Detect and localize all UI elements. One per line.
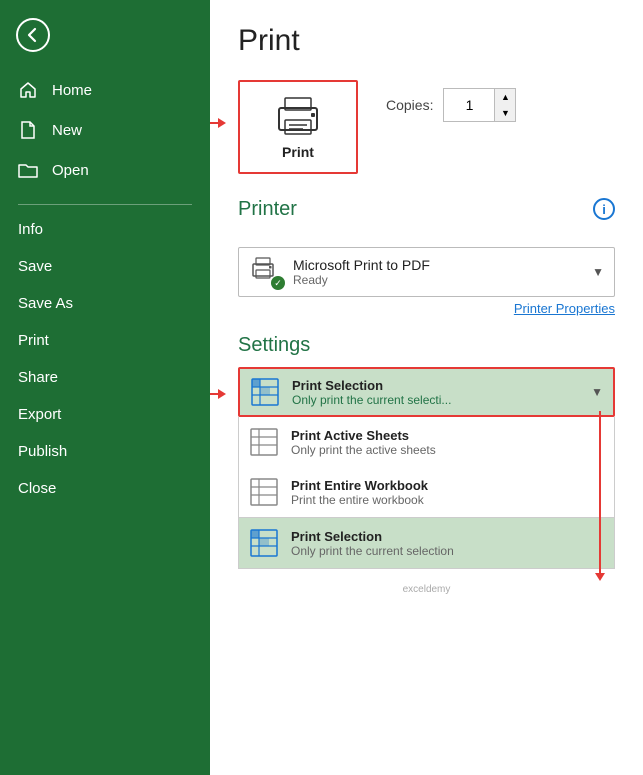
table-icon-active-sheets xyxy=(249,427,279,457)
print-button-row: Print Copies: 1 ▲ ▼ xyxy=(238,80,615,174)
sidebar-item-share[interactable]: Share xyxy=(0,359,210,396)
printer-icon xyxy=(271,94,325,138)
folder-icon xyxy=(18,160,38,180)
settings-dropdown-container: Print Selection Only print the current s… xyxy=(238,367,615,569)
sidebar-divider xyxy=(18,204,192,205)
settings-header: Settings xyxy=(238,334,615,357)
copies-increment[interactable]: ▲ xyxy=(495,89,515,105)
option-selection-text: Print Selection Only print the current s… xyxy=(291,529,604,558)
option-print-selection[interactable]: Print Selection Only print the current s… xyxy=(238,517,615,569)
option-entire-workbook-text: Print Entire Workbook Print the entire w… xyxy=(291,478,604,507)
sidebar-item-export[interactable]: Export xyxy=(0,396,210,433)
sidebar-item-open[interactable]: Open xyxy=(0,150,210,190)
sidebar-item-publish[interactable]: Publish xyxy=(0,433,210,470)
printer-dropdown[interactable]: ✓ Microsoft Print to PDF Ready ▼ xyxy=(238,247,615,297)
page-title: Print xyxy=(238,24,615,58)
copies-input[interactable]: 1 xyxy=(444,93,494,117)
sidebar-item-save-as[interactable]: Save As xyxy=(0,285,210,322)
copies-area: Copies: 1 ▲ ▼ xyxy=(386,88,516,122)
option-active-sheets-text: Print Active Sheets Only print the activ… xyxy=(291,428,604,457)
selected-option-title: Print Selection xyxy=(292,378,579,393)
settings-section: Settings Print Selection xyxy=(238,334,615,569)
sidebar-label-share: Share xyxy=(18,369,58,386)
back-circle-icon xyxy=(16,18,50,52)
sidebar-item-close[interactable]: Close xyxy=(0,470,210,507)
copies-input-wrap: 1 ▲ ▼ xyxy=(443,88,516,122)
new-file-icon xyxy=(18,120,38,140)
option-active-sheets-desc: Only print the active sheets xyxy=(291,443,604,457)
printer-dropdown-arrow: ▼ xyxy=(592,265,604,279)
sidebar-label-home: Home xyxy=(52,82,92,99)
sidebar-label-info: Info xyxy=(18,221,43,238)
printer-properties-link[interactable]: Printer Properties xyxy=(238,301,615,316)
sidebar-item-save[interactable]: Save xyxy=(0,248,210,285)
option-selection-title: Print Selection xyxy=(291,529,604,544)
selected-option-text: Print Selection Only print the current s… xyxy=(292,378,579,407)
sidebar-item-info[interactable]: Info xyxy=(0,211,210,248)
option-entire-workbook[interactable]: Print Entire Workbook Print the entire w… xyxy=(238,467,615,517)
sidebar-label-print: Print xyxy=(18,332,49,349)
sidebar-bottom-items: Info Save Save As Print Share Export Pub… xyxy=(0,211,210,507)
printer-status: Ready xyxy=(293,273,580,287)
option-active-sheets-title: Print Active Sheets xyxy=(291,428,604,443)
table-icon-selected xyxy=(250,377,280,407)
printer-icon-wrap: ✓ xyxy=(249,256,281,288)
sidebar-label-open: Open xyxy=(52,162,89,179)
printer-info: Microsoft Print to PDF Ready xyxy=(293,257,580,287)
print-button-label: Print xyxy=(282,144,314,160)
home-icon xyxy=(18,80,38,100)
sidebar-item-new[interactable]: New xyxy=(0,110,210,150)
sidebar-top-items: Home New Open xyxy=(0,70,210,198)
sidebar-item-print[interactable]: Print xyxy=(0,322,210,359)
sidebar-label-publish: Publish xyxy=(18,443,67,460)
sidebar: Home New Open Info Save xyxy=(0,0,210,775)
printer-section-header: Printer xyxy=(238,198,615,221)
selected-option-desc: Only print the current selecti... xyxy=(292,393,579,407)
table-icon-workbook xyxy=(249,477,279,507)
option-workbook-title: Print Entire Workbook xyxy=(291,478,604,493)
watermark-area: exceldemy xyxy=(238,579,615,597)
check-badge: ✓ xyxy=(271,276,285,290)
option-active-sheets[interactable]: Print Active Sheets Only print the activ… xyxy=(238,417,615,467)
printer-section: i Printer ✓ Microsoft Print to PDF Ready… xyxy=(238,198,615,316)
sidebar-item-home[interactable]: Home xyxy=(0,70,210,110)
option-selection-desc: Only print the current selection xyxy=(291,544,604,558)
sidebar-label-save-as: Save As xyxy=(18,295,73,312)
back-button[interactable] xyxy=(0,0,210,70)
print-selection-selected[interactable]: Print Selection Only print the current s… xyxy=(238,367,615,417)
print-button[interactable]: Print xyxy=(238,80,358,174)
sidebar-label-close: Close xyxy=(18,480,56,497)
settings-dropdown-arrow: ▼ xyxy=(591,385,603,399)
main-content: Print Print xyxy=(210,0,643,775)
watermark: exceldemy xyxy=(403,584,451,595)
printer-small-icon xyxy=(249,256,277,280)
printer-name: Microsoft Print to PDF xyxy=(293,257,580,273)
copies-decrement[interactable]: ▼ xyxy=(495,105,515,121)
annotation-arrow-settings xyxy=(210,389,226,399)
copies-label: Copies: xyxy=(386,97,433,113)
table-icon-selection xyxy=(249,528,279,558)
option-workbook-desc: Print the entire workbook xyxy=(291,493,604,507)
sidebar-label-new: New xyxy=(52,122,82,139)
annotation-arrow-print xyxy=(210,118,226,128)
info-icon[interactable]: i xyxy=(593,198,615,220)
sidebar-label-save: Save xyxy=(18,258,52,275)
copies-spinners: ▲ ▼ xyxy=(494,89,515,121)
annotation-arrow-down xyxy=(595,411,605,581)
sidebar-label-export: Export xyxy=(18,406,61,423)
